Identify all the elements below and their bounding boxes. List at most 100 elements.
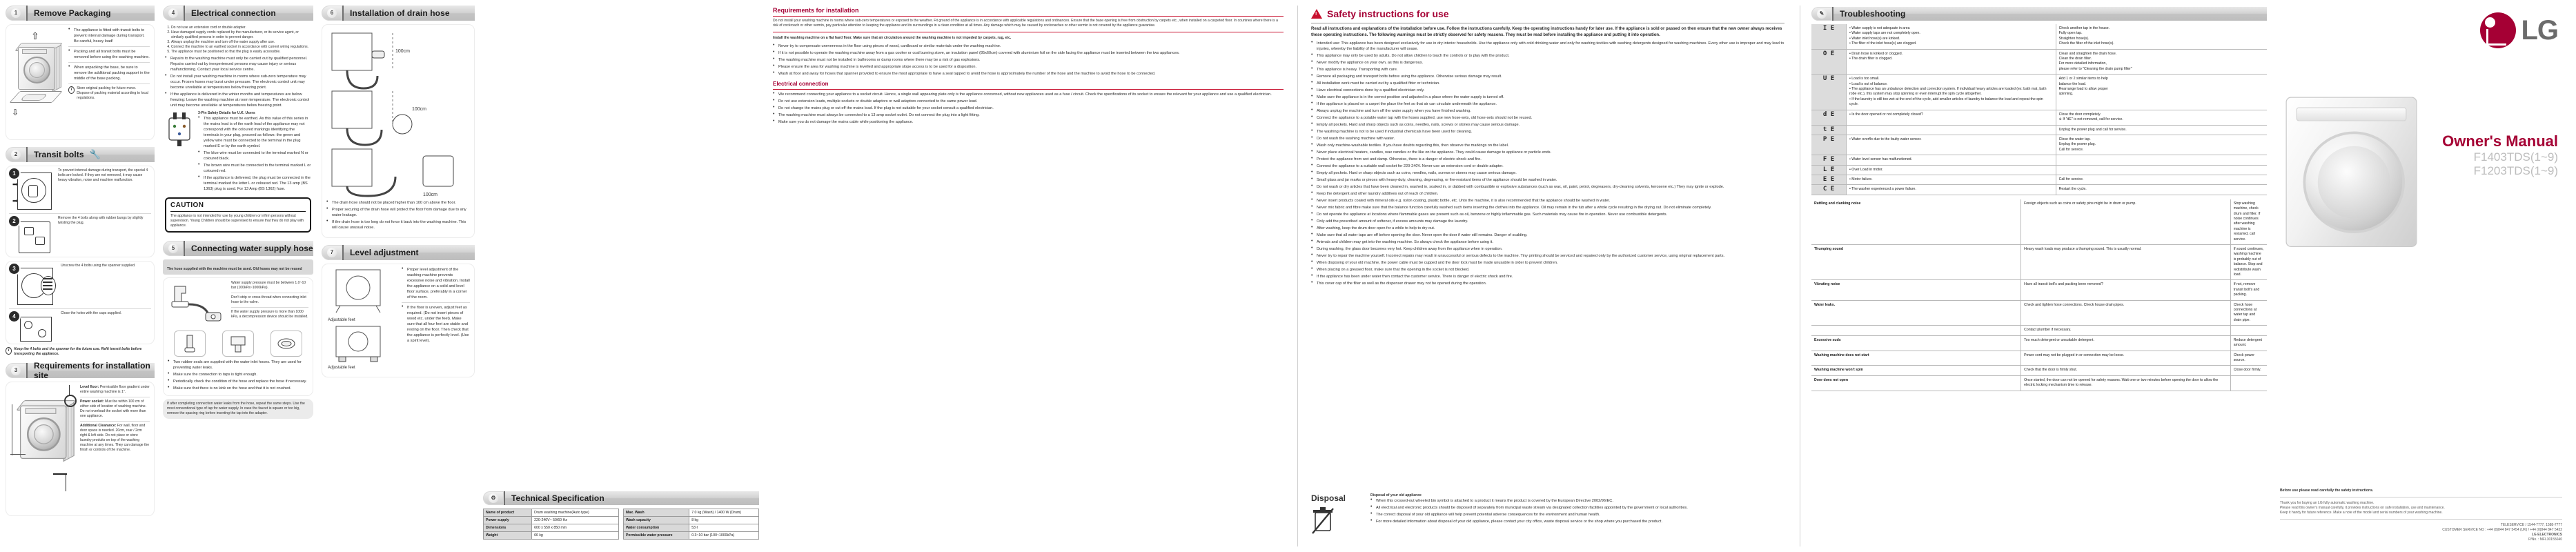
list-item: If the appliance is delivered in the win… — [165, 91, 311, 108]
table-row: C E • The washer experienced a power fai… — [1811, 184, 2267, 195]
list-item: Packing and all transit bolts must be re… — [68, 48, 150, 60]
section-3-number: 3 — [6, 363, 26, 378]
disposal-text-col: Disposal of your old appliance When this… — [1370, 493, 1784, 538]
service-phone-kr: TELESERVICE / 1544-7777, 1588-7777 — [2500, 523, 2562, 527]
spec-label: Power supply — [482, 516, 533, 524]
section-5-footer: If after completing connection water lea… — [163, 399, 313, 419]
list-item: This appliance must be earthed. As this … — [198, 115, 311, 149]
cause: Check and tighten hose connections. Chec… — [2021, 300, 2231, 326]
disposal-bullets: When this crossed-out wheeled bin symbol… — [1370, 497, 1784, 524]
list-item: This appliance is heavy. Transporting wi… — [1311, 66, 1784, 72]
section-6-bullets: The drain hose should not be placed high… — [326, 199, 470, 230]
electrical-bullets: Repairs to the washing machine must only… — [165, 55, 311, 108]
wrench-icon: ✎ — [1817, 9, 1827, 19]
step-badge: 3 — [9, 264, 19, 274]
list-item: Always unplug the machine and turn off t… — [171, 40, 311, 45]
section-4-body: Do not use an extension cord or double a… — [163, 24, 313, 234]
cover-title-block: Owner's Manual F1403TDS(1~9) F1203TDS(1~… — [2442, 132, 2558, 178]
plug-illustration — [165, 111, 195, 193]
step-1-text: To prevent internal damage during transp… — [58, 168, 148, 182]
error-code: F E — [1811, 155, 1847, 166]
column-2: 4 Electrical connection Do not use an ex… — [163, 0, 313, 552]
section-3-body: Level floor: Permissible floor gradient … — [6, 382, 155, 516]
column-7-troubleshooting: ✎ Troubleshooting I E • Water supply is … — [1811, 0, 2267, 552]
arrow-down-left-icon: ⇩ — [12, 108, 19, 117]
requirement-head: Level floor: — [80, 385, 99, 389]
list-item: If the appliance is placed on a carpet t… — [1311, 101, 1784, 107]
list-item: After washing, keep the drum door open f… — [1311, 225, 1784, 231]
techspec-tables: Name of product Drum washing machine(Auto… — [482, 509, 759, 540]
transit-bolt-step-4-illustration: 4 — [9, 311, 59, 342]
remedy — [2230, 325, 2267, 336]
disposal-row: Disposal Disposal of your old appliance … — [1311, 493, 1784, 538]
requirement-item: Power socket: Must be within 100 cm of e… — [80, 400, 150, 419]
list-item: The appliance must be positioned so that… — [171, 50, 311, 55]
list-item: Connect the appliance to a suitable wall… — [1311, 163, 1784, 169]
model-number: F1403TDS(1~9) — [2473, 150, 2558, 164]
list-item: Make sure that all water taps are off be… — [1311, 232, 1784, 238]
cause: Too much detergent or unsuitable deterge… — [2021, 335, 2231, 351]
footer-text: If after completing connection water lea… — [167, 402, 305, 415]
step-3-text: Unscrew the 4 bolts using the spanner su… — [61, 264, 136, 268]
cause: Once started, the door can not be opened… — [2021, 375, 2231, 391]
column-4: ⚙ Technical Specification Name of produc… — [482, 0, 759, 552]
caution-text: The appliance is not intended for use by… — [170, 214, 304, 228]
washer-illustration — [12, 43, 63, 94]
list-item: Proper securing of the drain hose will p… — [326, 206, 470, 218]
error-code: I E — [1811, 24, 1847, 50]
svg-text:Adjustable feet: Adjustable feet — [328, 366, 355, 370]
column-6-safety: Safety instructions for use Read all ins… — [1311, 0, 1794, 552]
section-2-body: 1 ➡ ➡ To prevent internal damage during … — [6, 166, 155, 257]
error-code: P E — [1811, 135, 1847, 156]
table-row: E E • Motor failure. Call for service. — [1811, 175, 2267, 186]
transit-bolt-step-row-4: Close the holes with the caps supplied. … — [9, 311, 151, 342]
remedy: If not, remove transit bolt's and packin… — [2230, 279, 2267, 301]
column-1: 1 Remove Packaging ⇧ ⇩ • The appliance i… — [6, 0, 155, 552]
techspec-title-bar: Technical Specification — [504, 491, 759, 505]
footnote-text: Keep the 4 bolts and the spanner for the… — [14, 347, 142, 356]
manual-page: 1 Remove Packaging ⇧ ⇩ • The appliance i… — [0, 0, 2576, 552]
table-row: Max. Wash 7.0 kg (Wash) / 1400 W (Drum) — [622, 509, 759, 517]
transit-bolt-step-1-illustration: 1 ➡ ➡ — [9, 168, 56, 211]
techspec-table-left: Name of product Drum washing machine(Auto… — [482, 509, 619, 540]
spec-label: Max. Wash — [622, 509, 690, 517]
company-name: LG ELECTRONICS — [2531, 533, 2562, 537]
troubleshooting-icon-holder: ✎ — [1811, 7, 1832, 21]
base-packing-illustration — [9, 90, 63, 108]
remedy: Reduce detergent amount. — [2230, 335, 2267, 351]
disposal-title-col: Disposal — [1311, 493, 1365, 538]
spec-value: 0.3~10 bar (100~1000kPa) — [689, 531, 759, 540]
caution-title: CAUTION — [170, 201, 204, 209]
svg-text:Adjustable feet: Adjustable feet — [328, 318, 355, 322]
spec-label: Name of product — [482, 509, 533, 517]
list-item: Small glass and jar marks or pieces with… — [1311, 177, 1784, 183]
list-item: Keep the detergent and other laundry add… — [1311, 190, 1784, 197]
transit-bolt-step-row-2: Remove the 4 bolts along with rubber bun… — [9, 216, 151, 255]
lg-circle-icon — [2480, 12, 2517, 48]
list-item: The appliance is fitted with transit bol… — [68, 27, 150, 44]
water-pressure-text: Water supply pressure must be between 1.… — [231, 281, 308, 327]
hose-parts-row — [168, 331, 308, 357]
list-item: When placing on a greased floor, make su… — [1311, 266, 1784, 273]
service-phone-uk: CUSTOMER SERVICE NO : +44 (0)844 847 545… — [2442, 528, 2562, 532]
list-item: Repairs to the washing machine must only… — [165, 55, 311, 72]
install-warning-sub: Install the washing machine on a flat ha… — [773, 36, 1012, 40]
section-3-header: 3 Requirements for installation site — [6, 361, 155, 380]
disposal-head: Disposal of your old appliance — [1370, 493, 1422, 497]
section-5-header: 5 Connecting water supply hose — [163, 241, 313, 256]
section-5-bullets: Two rubber seals are supplied with the w… — [168, 359, 308, 391]
section-4-title: Electrical connection — [191, 8, 276, 18]
symptom: Rattling and clanking noise — [1811, 199, 2022, 245]
list-item: All electrical and electronic products s… — [1370, 504, 1784, 511]
section-4-title-bar: Electrical connection — [184, 6, 313, 21]
table-row: Washing machine does not start Power cor… — [1811, 351, 2267, 366]
list-item: The blue wire must be connected to the t… — [198, 150, 311, 161]
error-cause: • Over Load in motor. — [1846, 165, 2056, 175]
tap-hose-icon — [171, 286, 222, 322]
section-2-title: Transit bolts — [34, 150, 84, 159]
section-6-header: 6 Installation of drain hose — [322, 6, 475, 21]
transit-bolt-step-row-3: 3 Unscrew the 4 bolts using the spanner … — [9, 264, 151, 306]
error-remedy — [2056, 165, 2267, 175]
gear-icon: ⚙ — [489, 493, 498, 503]
section-1-bullets: The appliance is fitted with transit bol… — [68, 27, 150, 84]
